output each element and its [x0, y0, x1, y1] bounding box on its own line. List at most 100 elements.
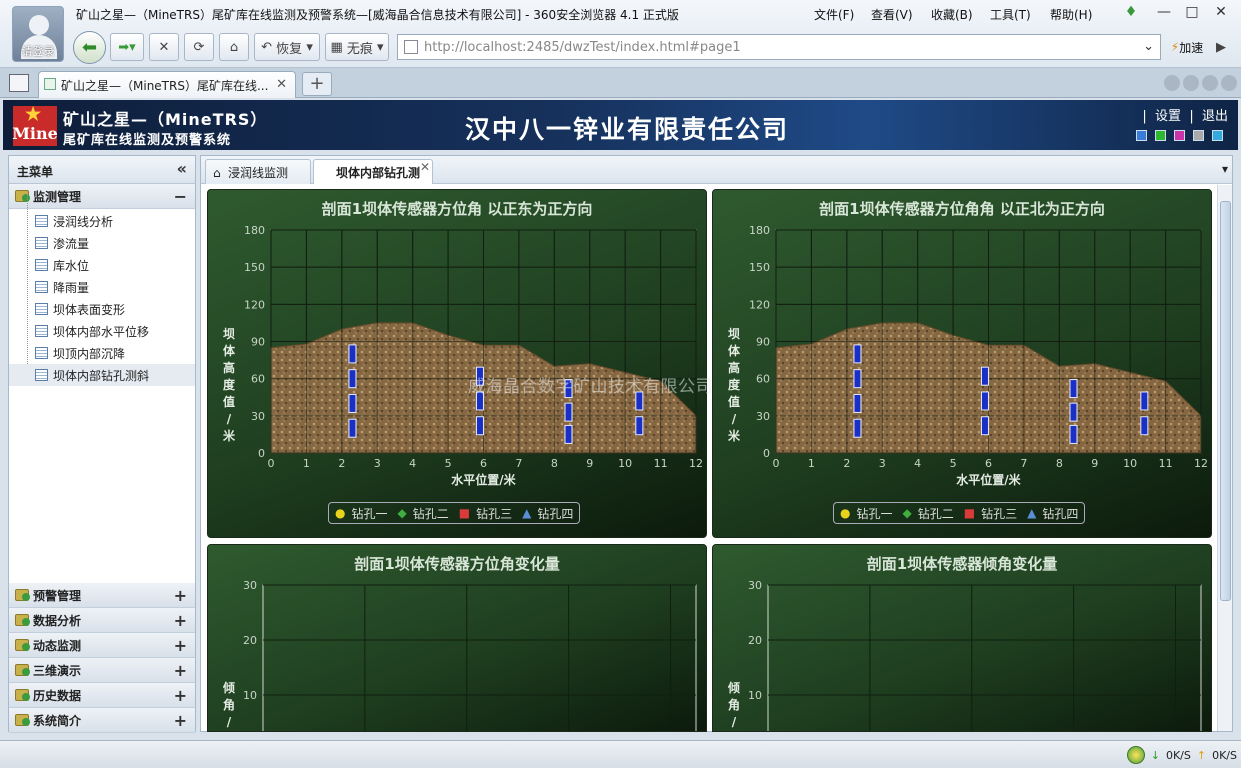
forward-button[interactable]: ➡▾ — [110, 33, 144, 61]
url-text[interactable]: http://localhost:2485/dwzTest/index.html… — [424, 40, 741, 55]
home-button[interactable]: ⌂ — [219, 33, 249, 61]
theme-silver-swatch[interactable] — [1193, 130, 1204, 141]
address-bar[interactable]: http://localhost:2485/dwzTest/index.html… — [397, 34, 1161, 60]
triangle-marker-icon: ▲ — [522, 506, 532, 520]
sidebar-item-settlement[interactable]: 坝顶内部沉降 — [9, 342, 195, 364]
tab-close-all-icon[interactable] — [1221, 75, 1237, 91]
logout-link[interactable]: 退出 — [1202, 109, 1228, 124]
tab-borehole[interactable]: 坝体内部钻孔测 ✕ — [313, 159, 433, 184]
skin-icon[interactable]: ♦ — [1122, 3, 1140, 21]
scrollbar-thumb[interactable] — [1220, 201, 1231, 601]
restore-button[interactable]: ↶ 恢复 ▾ — [254, 33, 320, 61]
y-tick-label: 60 — [756, 373, 770, 386]
refresh-button[interactable]: ⟳ — [184, 33, 214, 61]
legend-item-1[interactable]: ● 钻孔一 — [840, 505, 893, 522]
tab-next-icon[interactable] — [1183, 75, 1199, 91]
x-tick-label: 10 — [618, 457, 632, 470]
tab-prev-icon[interactable] — [1164, 75, 1180, 91]
content-scrollbar[interactable] — [1217, 185, 1232, 731]
legend-item-3[interactable]: ■ 钻孔三 — [964, 505, 1017, 522]
home-icon: ⌂ — [213, 166, 221, 180]
minimize-icon[interactable]: — — [1155, 3, 1173, 21]
legend-item-4[interactable]: ▲ 钻孔四 — [522, 505, 573, 522]
folder-icon — [15, 689, 30, 701]
x-tick-label: 12 — [1194, 457, 1208, 470]
accordion-3d[interactable]: 三维演示 + — [9, 658, 195, 683]
tabs-dropdown-icon[interactable]: ▾ — [1222, 162, 1228, 176]
more-button[interactable]: ▶ — [1211, 33, 1231, 61]
sidebar-item-seepage-flow[interactable]: 渗流量 — [9, 232, 195, 254]
theme-purple-swatch[interactable] — [1174, 130, 1185, 141]
x-tick-label: 6 — [985, 457, 992, 470]
accordion-history[interactable]: 历史数据 + — [9, 683, 195, 708]
new-tab-button[interactable]: + — [302, 72, 332, 96]
theme-azure-swatch[interactable] — [1212, 130, 1223, 141]
folder-icon — [15, 664, 30, 676]
sidebar-item-surface-deform[interactable]: 坝体表面变形 — [9, 298, 195, 320]
menu-favorites[interactable]: 收藏(B) — [931, 6, 973, 23]
theme-blue-swatch[interactable] — [1136, 130, 1147, 141]
menu-view[interactable]: 查看(V) — [871, 6, 913, 23]
login-avatar[interactable]: 请登录 — [12, 6, 64, 62]
collapse-icon[interactable]: − — [174, 187, 187, 206]
close-window-icon[interactable]: ✕ — [1212, 3, 1230, 21]
table-icon — [35, 281, 48, 293]
browser-tab[interactable]: 矿山之星—（MineTRS）尾矿库在线... ✕ — [38, 71, 296, 98]
collapse-sidebar-icon[interactable]: « — [177, 159, 187, 178]
sidebar-item-seepage-line[interactable]: 浸润线分析 — [9, 210, 195, 232]
menu-file[interactable]: 文件(F) — [814, 6, 854, 23]
tab-nav-buttons — [1164, 75, 1237, 91]
back-button[interactable]: ⬅ — [73, 31, 106, 64]
expand-icon[interactable]: + — [174, 711, 187, 730]
chart-panel-azimuth-change: 剖面1坝体传感器方位角变化量 102030倾角/度 — [207, 544, 707, 732]
expand-icon[interactable]: + — [174, 636, 187, 655]
expand-icon[interactable]: + — [174, 686, 187, 705]
x-tick-label: 5 — [950, 457, 957, 470]
accordion-about[interactable]: 系统简介 + — [9, 708, 195, 733]
notrace-button[interactable]: ▦ 无痕 ▾ — [325, 33, 389, 61]
menu-help[interactable]: 帮助(H) — [1050, 6, 1092, 23]
speed-globe-icon[interactable] — [1126, 746, 1145, 764]
sidebar-item-water-level[interactable]: 库水位 — [9, 254, 195, 276]
sidebar-toggle-icon[interactable] — [9, 74, 29, 92]
login-label[interactable]: 请登录 — [13, 43, 63, 59]
y-axis-label-char: 坝 — [728, 327, 740, 341]
settings-link[interactable]: 设置 — [1155, 109, 1181, 124]
sensor-marker — [980, 366, 989, 386]
expand-icon[interactable]: + — [174, 661, 187, 680]
header-links: | 设置 | 退出 — [1142, 109, 1228, 124]
stop-button[interactable]: ✕ — [149, 33, 179, 61]
download-arrow-icon: ↓ — [1150, 748, 1160, 762]
legend-item-3[interactable]: ■ 钻孔三 — [459, 505, 512, 522]
maximize-icon[interactable]: □ — [1183, 3, 1201, 21]
address-dropdown-icon[interactable]: ⌄ — [1143, 39, 1154, 54]
accordion-analysis[interactable]: 数据分析 + — [9, 608, 195, 633]
legend-item-4[interactable]: ▲ 钻孔四 — [1027, 505, 1078, 522]
y-axis-label-char: / — [227, 412, 232, 426]
x-tick-label: 4 — [914, 457, 921, 470]
expand-icon[interactable]: + — [174, 611, 187, 630]
close-tab-icon[interactable]: ✕ — [276, 77, 287, 92]
tab-list-icon[interactable] — [1202, 75, 1218, 91]
chart-panel-azimuth-east: 剖面1坝体传感器方位角 以正东为正方向 0 30 60 90 120 150 180 0 1 2 3… — [207, 189, 707, 538]
y-axis-label-char: 度 — [728, 377, 741, 392]
y-axis-label-char: 角 — [223, 697, 235, 712]
expand-icon[interactable]: + — [174, 586, 187, 605]
accordion-warning[interactable]: 预警管理 + — [9, 583, 195, 608]
accordion-dynamic[interactable]: 动态监测 + — [9, 633, 195, 658]
theme-green-swatch[interactable] — [1155, 130, 1166, 141]
chart-azimuth-north: 03060901201501800 1 2 3 4 5 6 7 8 9 10 11 12水平位置/米坝体… — [728, 224, 1208, 487]
sidebar-item-rainfall[interactable]: 降雨量 — [9, 276, 195, 298]
y-tick-label: 150 — [244, 261, 265, 274]
tab-seepage[interactable]: ⌂ 浸润线监测 — [205, 159, 311, 184]
sidebar-header: 主菜单 « — [9, 156, 195, 184]
sidebar-item-borehole-incline[interactable]: 坝体内部钻孔测斜 — [9, 364, 195, 386]
accelerate-button[interactable]: ⚡ 加速 — [1165, 34, 1209, 60]
legend-item-2[interactable]: ◆ 钻孔二 — [903, 505, 954, 522]
legend-item-1[interactable]: ● 钻孔一 — [335, 505, 388, 522]
sidebar-item-horizontal-disp[interactable]: 坝体内部水平位移 — [9, 320, 195, 342]
close-tab-icon[interactable]: ✕ — [420, 160, 430, 174]
accordion-monitoring[interactable]: 监测管理 − — [9, 184, 195, 209]
legend-item-2[interactable]: ◆ 钻孔二 — [398, 505, 449, 522]
menu-tools[interactable]: 工具(T) — [990, 6, 1031, 23]
